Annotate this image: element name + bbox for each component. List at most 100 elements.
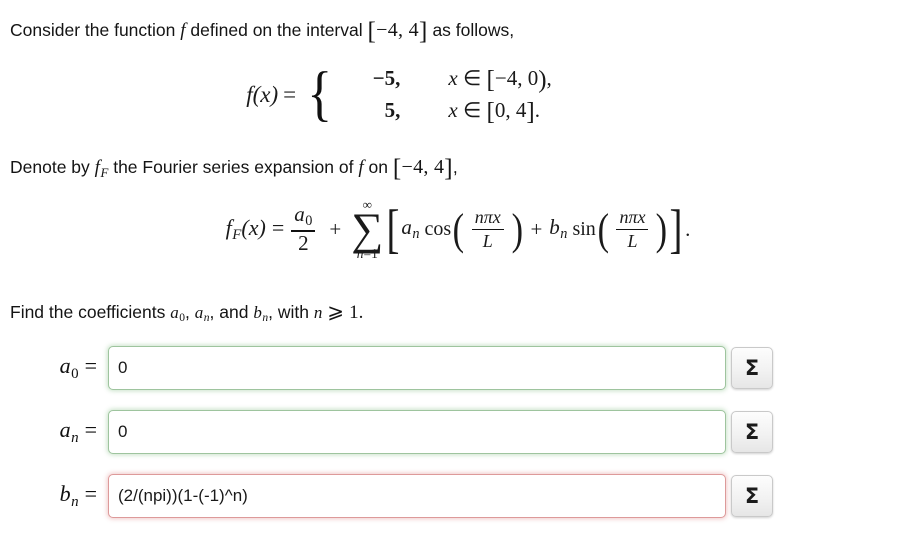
summation-symbol: ∞ ∑ n=1 [351, 198, 383, 261]
piecewise-condition: x ∈ [−4, 0), [448, 66, 552, 94]
intro-text: Consider the function f defined on the i… [10, 18, 515, 44]
a0-base: a [170, 303, 179, 322]
lower-bound-one: 1. [349, 302, 364, 323]
answer-row-a0: a0 = 0 Σ [0, 344, 908, 392]
answer-row-an: an = 0 Σ [0, 408, 908, 456]
fraction-numerator: nπx [474, 207, 501, 228]
denote-before: Denote by [10, 157, 90, 177]
intro-interval: [−4, 4] [368, 19, 428, 44]
a0-base: a [59, 353, 71, 379]
paren-open: ( [452, 204, 465, 254]
sum-index-value: =1 [363, 246, 378, 262]
denote-interval: [−4, 4] [393, 156, 453, 181]
fourier-series-equation: fF(x) = a0 2 + ∞ ∑ n=1 [ an cos ( nπx L ) [0, 198, 908, 261]
fourier-symbol: fF [95, 157, 109, 180]
piecewise-value: −5, [372, 66, 401, 90]
greater-or-equal-icon: ⩾ [327, 301, 345, 323]
index-variable-n: n [313, 303, 323, 322]
answer-input-an[interactable]: 0 [108, 410, 726, 454]
denote-text: Denote by fF the Fourier series expansio… [10, 155, 458, 181]
an-coefficient: an [401, 215, 419, 243]
bracket-open: [ [486, 98, 495, 126]
find-instruction-text: Find the coefficients a0, an, and bn, wi… [10, 300, 363, 326]
piecewise-brace: { [307, 60, 333, 128]
paren-close: ) [511, 204, 523, 254]
summation-lower-limit: n=1 [357, 247, 378, 261]
piecewise-trailing: , [546, 66, 552, 90]
function-symbol-f: f [358, 157, 364, 178]
separator: , [184, 302, 190, 322]
bracket-close: ] [669, 199, 683, 260]
sigma-button-an[interactable]: Σ [731, 411, 773, 453]
piecewise-row: −5, x ∈ [−4, 0), [338, 66, 552, 94]
piecewise-var: x [448, 66, 458, 90]
fraction-bar [616, 228, 649, 231]
separator: , and [209, 302, 249, 322]
sigma-glyph: ∑ [351, 204, 384, 254]
intro-tail: as follows, [432, 20, 515, 40]
answer-input-bn[interactable]: (2/(npi))(1-(-1)^n) [108, 474, 726, 518]
fraction-denominator: L [627, 230, 638, 251]
find-before: Find the coefficients [10, 302, 166, 322]
a0-subscript: 0 [71, 365, 79, 382]
an-subscript: n [71, 429, 79, 446]
answer-input-a0[interactable]: 0 [108, 346, 726, 390]
coefficient-bn: bn [253, 303, 268, 324]
paren-close: ) [656, 204, 668, 254]
bn-base: b [59, 481, 71, 507]
fourier-equals: = [271, 214, 285, 240]
plus-sign: + [329, 216, 342, 241]
piecewise-domain: −4, 0 [494, 66, 539, 90]
piecewise-equals: = [283, 81, 297, 107]
sin-argument-fraction: nπx L [616, 207, 649, 251]
denote-middle: the Fourier series expansion of [113, 157, 354, 177]
cos-label: cos [424, 217, 452, 240]
fraction-numerator: a0 [291, 201, 315, 229]
answers-section: a0 = 0 Σ an = 0 Σ bn = (2/(npi))(1-(-1)^n) … [0, 344, 908, 520]
sigma-button-bn[interactable]: Σ [731, 475, 773, 517]
piecewise-condition: x ∈ [0, 4]. [448, 98, 540, 126]
bracket-close: ] [418, 17, 428, 45]
piecewise-fx: f(x) [246, 81, 279, 107]
fraction-numerator: nπx [619, 207, 646, 228]
element-of-icon: ∈ [462, 66, 482, 90]
denote-on: on [368, 157, 388, 177]
bn-base: b [549, 215, 560, 240]
sum-index-var: n [356, 246, 364, 262]
bracket-open: [ [486, 66, 495, 94]
bn-base: b [253, 303, 262, 322]
answer-label-a0: a0 = [0, 353, 108, 382]
fF-base: f [225, 214, 232, 240]
denote-tail: , [452, 157, 458, 177]
intro-before: Consider the function [10, 20, 176, 40]
an-base: a [59, 417, 71, 443]
a0-subscript: 0 [305, 212, 313, 229]
function-symbol-f: f [180, 20, 186, 41]
answer-label-bn: bn = [0, 481, 108, 510]
coefficient-an: an [194, 303, 210, 324]
sigma-button-a0[interactable]: Σ [731, 347, 773, 389]
a0-base: a [294, 201, 305, 226]
equals-sign: = [84, 481, 97, 507]
piecewise-trailing: . [534, 98, 540, 122]
fF-subscript: F [100, 164, 109, 180]
piecewise-row: 5, x ∈ [0, 4]. [338, 98, 551, 126]
separator: , with [268, 302, 309, 322]
fourier-lhs: fF(x) = [226, 215, 285, 244]
interval-values: −4, 4 [401, 156, 445, 178]
fF-argument: (x) [241, 214, 266, 240]
equals-sign: = [84, 417, 97, 443]
an-base: a [401, 215, 412, 240]
answer-row-bn: bn = (2/(npi))(1-(-1)^n) Σ [0, 472, 908, 520]
cos-argument-fraction: nπx L [471, 207, 504, 250]
fF-subscript: F [232, 226, 242, 243]
element-of-icon: ∈ [462, 98, 482, 122]
sin-label: sin [572, 217, 596, 240]
piecewise-value: 5, [384, 98, 401, 122]
bn-subscript: n [560, 226, 568, 243]
piecewise-domain: 0, 4 [494, 98, 527, 122]
bracket-open: [ [392, 154, 402, 182]
plus-sign: + [530, 216, 543, 241]
fraction-bar [471, 228, 504, 231]
an-base: a [194, 303, 204, 322]
